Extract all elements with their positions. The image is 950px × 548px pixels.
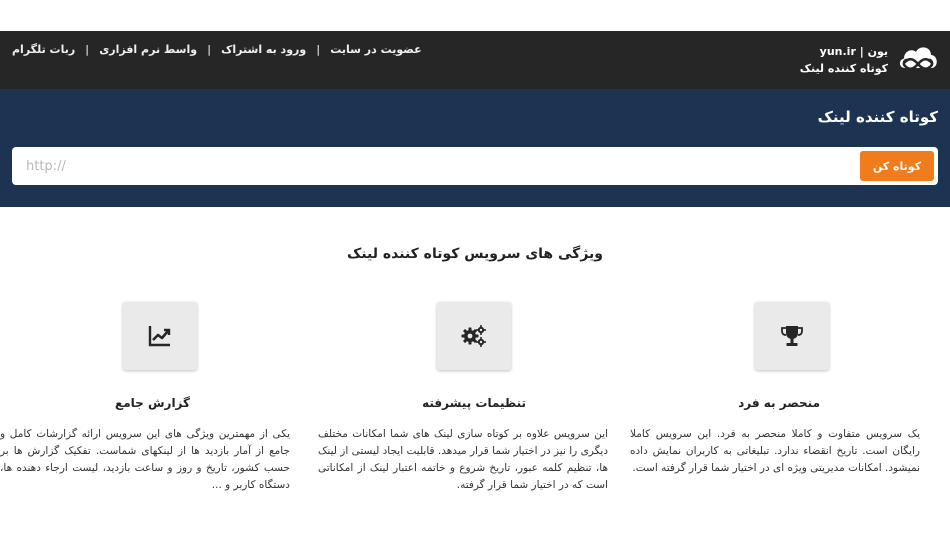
nav-link-register[interactable]: عضویت در سایت (330, 43, 421, 56)
brand-tagline: کوتاه کننده لینک (799, 62, 888, 75)
trophy-icon (781, 326, 803, 346)
nav-link-login[interactable]: ورود به اشتراک (221, 43, 306, 56)
hero-title: کوتاه کننده لینک (817, 108, 938, 126)
brand-text: یون | yun.ir کوتاه کننده لینک (800, 43, 888, 77)
feature-description: این سرویس علاوه بر کوتاه سازی لینک های ش… (318, 428, 608, 491)
feature-title: گزارش جامع (115, 396, 190, 410)
feature-title: منحصر به فرد (738, 396, 820, 410)
line-chart-icon (148, 326, 171, 347)
brand-domain: yun.ir (819, 45, 856, 58)
nav-separator: | (316, 43, 321, 56)
nav-separator: | (207, 43, 212, 56)
feature-icon-box (755, 302, 829, 370)
brand-name-fa: یون (867, 45, 888, 58)
cloud-logo-icon (899, 47, 937, 71)
nav-link-telegram-bot[interactable]: ربات تلگرام (12, 43, 75, 56)
feature-description: یک سرویس متفاوت و کاملا منحصر به فرد. ای… (630, 428, 920, 474)
shorten-button[interactable]: کوتاه کن (860, 151, 934, 181)
nav-links: ربات تلگرام | واسط نرم افزاری | ورود به … (12, 43, 422, 56)
feature-icon-box (437, 302, 511, 370)
brand[interactable]: یون | yun.ir کوتاه کننده لینک (800, 37, 940, 83)
feature-icon-box (123, 302, 197, 370)
feature-title: تنظیمات پیشرفته (422, 396, 526, 410)
hero-section: کوتاه کننده لینک کوتاه کن (0, 89, 950, 207)
features-title: ویژگی های سرویس کوتاه کننده لینک (346, 246, 603, 262)
top-strip (0, 0, 950, 31)
url-input[interactable] (12, 147, 852, 185)
nav-link-api[interactable]: واسط نرم افزاری (99, 43, 197, 56)
feature-description: یکی از مهمترین ویژگی های این سرویس ارائه… (0, 428, 290, 491)
brand-name-line: یون | yun.ir (819, 45, 888, 58)
shorten-form: کوتاه کن (12, 147, 938, 185)
navbar: ربات تلگرام | واسط نرم افزاری | ورود به … (0, 31, 950, 89)
nav-separator: | (85, 43, 90, 56)
gears-icon (461, 325, 486, 347)
